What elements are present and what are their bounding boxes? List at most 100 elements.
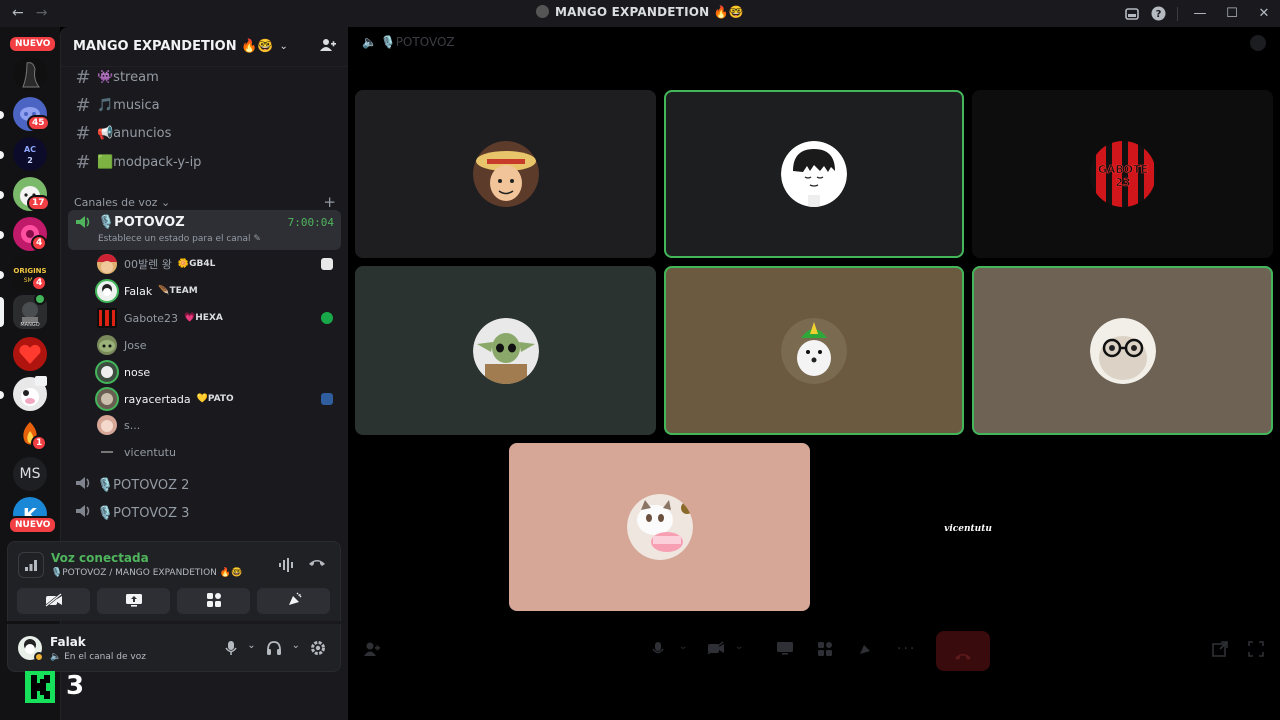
participant-tile[interactable] (509, 443, 810, 611)
chevron-down-icon[interactable]: ⌄ (735, 641, 743, 652)
participant-tile[interactable]: GABOTE 23 (972, 90, 1273, 258)
member-tag: 💛PATO (196, 394, 234, 404)
server-icon-ac-gamers[interactable]: AC 2 (13, 137, 47, 171)
voice-channel-potovoz-2[interactable]: 🎙️POTOVOZ 2 (69, 472, 339, 498)
participant-tile[interactable] (664, 90, 964, 258)
screen-share-icon[interactable] (776, 641, 794, 659)
new-badge: NUEVO (8, 516, 58, 534)
noise-suppression-icon[interactable] (278, 558, 294, 575)
speaker-icon (69, 476, 97, 494)
participant-tile[interactable] (355, 266, 656, 435)
disconnect-button[interactable] (936, 631, 990, 671)
participant-tile[interactable] (355, 90, 656, 258)
add-member-icon[interactable] (320, 38, 336, 56)
maximize-button[interactable]: ☐ (1216, 0, 1248, 27)
participant-tile[interactable] (972, 266, 1273, 435)
voice-channel-potovoz-3[interactable]: 🎙️POTOVOZ 3 (69, 500, 339, 526)
inbox-icon[interactable] (1119, 4, 1145, 24)
avatar (1089, 317, 1156, 384)
voice-status-title[interactable]: Voz conectada (51, 551, 149, 565)
avatar (97, 415, 117, 435)
channel-name: 👾stream (97, 69, 159, 85)
voice-member[interactable]: 00발렌 왕 🌼GB4L (97, 252, 337, 276)
guild-header[interactable]: MANGO EXPANDETION 🔥🤓 ⌄ (61, 27, 348, 67)
activities-button[interactable] (177, 588, 250, 614)
unread-pill (0, 391, 4, 399)
member-name: nose (124, 365, 151, 379)
microphone-icon[interactable] (652, 641, 664, 661)
window-title: MANGO EXPANDETION 🔥🤓 (0, 5, 1280, 19)
chevron-down-icon[interactable]: ⌄ (247, 640, 255, 660)
unread-pill (0, 151, 4, 159)
help-icon[interactable]: ? (1145, 4, 1171, 24)
svg-text:2: 2 (27, 156, 33, 165)
voice-member[interactable]: vicentutu (97, 440, 337, 464)
channel-status[interactable]: Establece un estado para el canal ✎ (98, 234, 261, 244)
chevron-down-icon[interactable]: ⌄ (679, 641, 687, 652)
voice-member[interactable]: rayacertada 💛PATO (97, 387, 337, 411)
guild-name: MANGO EXPANDETION 🔥🤓 (73, 39, 274, 54)
member-name: vicentutu (124, 445, 176, 459)
voice-member[interactable]: nose (97, 360, 337, 384)
microphone-icon[interactable] (225, 640, 237, 660)
server-icon-heart[interactable] (13, 337, 47, 371)
invite-icon[interactable] (364, 641, 380, 661)
server-icon-ms[interactable]: MS (13, 457, 47, 491)
popout-icon[interactable] (1212, 641, 1228, 661)
voice-member[interactable]: Jose (97, 333, 337, 357)
svg-text:GABOTE: GABOTE (1097, 163, 1147, 176)
member-tag: 🪶TEAM (158, 286, 198, 296)
activities-icon[interactable] (817, 641, 833, 661)
kick-logo-icon (25, 671, 55, 703)
channel-name: 🎙️POTOVOZ 3 (97, 505, 190, 521)
server-logo-icon (535, 5, 549, 18)
channel-name: 🎙️POTOVOZ (98, 215, 185, 230)
activity-icon (321, 258, 333, 270)
disconnect-icon[interactable] (308, 556, 326, 571)
voice-member[interactable]: Falak 🪶TEAM (97, 279, 337, 303)
fullscreen-icon[interactable] (1248, 641, 1264, 661)
headphones-icon[interactable] (266, 640, 282, 660)
camera-off-icon[interactable] (707, 641, 725, 659)
user-name[interactable]: Falak (50, 635, 86, 649)
minimize-button[interactable]: — (1184, 0, 1216, 27)
voice-channel-potovoz[interactable]: 🎙️POTOVOZ 7:00:04 Establece un estado pa… (68, 210, 341, 250)
svg-text:ORIGINS: ORIGINS (13, 267, 46, 275)
camera-off-button[interactable] (17, 588, 90, 614)
avatar (472, 141, 539, 207)
avatar: vicentutu (935, 494, 1001, 560)
text-channel-musica[interactable]: # 🎵musica (69, 92, 341, 118)
member-name: Falak (124, 284, 153, 298)
participant-tile[interactable] (664, 266, 964, 435)
screen-share-button[interactable] (97, 588, 170, 614)
participant-tile[interactable]: vicentutu (818, 443, 1118, 611)
camera-off-icon (44, 592, 63, 610)
avatar (97, 442, 117, 462)
hash-icon: # (75, 66, 91, 88)
add-channel-button[interactable]: + (323, 193, 336, 211)
voice-category-header[interactable]: Canales de voz ⌄ + (74, 193, 336, 211)
voice-member[interactable]: s... (97, 413, 337, 437)
signal-icon[interactable] (18, 552, 44, 578)
member-name: rayacertada (124, 392, 191, 406)
new-badge: NUEVO (8, 35, 58, 53)
text-channel-modpack[interactable]: # 🟩modpack-y-ip (69, 149, 341, 175)
soundboard-button[interactable] (257, 588, 330, 614)
chevron-down-icon[interactable]: ⌄ (292, 640, 300, 660)
avatar (97, 389, 117, 409)
voice-member[interactable]: Gabote23 💗HEXA (97, 306, 337, 330)
chat-toggle-icon[interactable] (1250, 35, 1266, 51)
gear-icon[interactable] (310, 640, 326, 660)
more-options-icon[interactable]: ··· (897, 641, 916, 657)
member-tag: 🌼GB4L (177, 259, 216, 269)
soundboard-icon[interactable] (857, 641, 873, 661)
close-button[interactable]: ✕ (1248, 0, 1280, 27)
live-indicator-icon (35, 376, 47, 386)
voice-connected-panel: Voz conectada 🎙️POTOVOZ / MANGO EXPANDET… (7, 541, 341, 621)
voice-status-subtitle: 🎙️POTOVOZ / MANGO EXPANDETION 🔥🤓 (51, 568, 243, 578)
member-name: 00발렌 왕 (124, 258, 172, 271)
server-icon-character[interactable] (13, 57, 47, 91)
text-channel-anuncios[interactable]: # 📢anuncios (69, 120, 341, 146)
member-name: Gabote23 (124, 311, 179, 325)
text-channel-stream[interactable]: # 👾stream (69, 64, 341, 90)
